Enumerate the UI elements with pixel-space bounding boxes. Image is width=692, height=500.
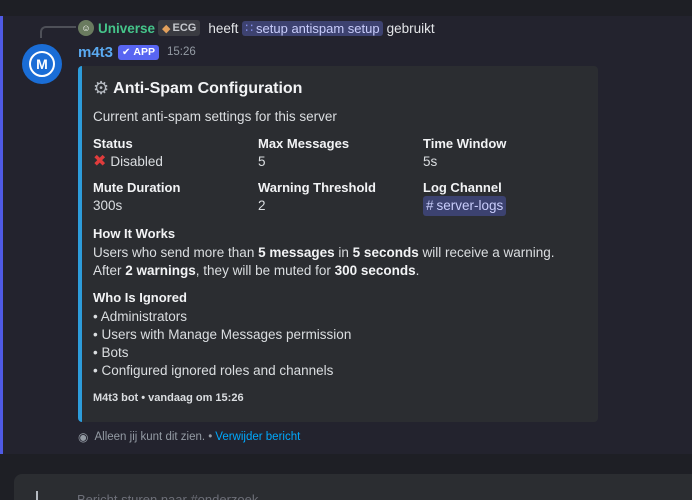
text-run: , they will be muted for bbox=[195, 263, 335, 278]
bold-run: 5 seconds bbox=[352, 245, 419, 260]
field-name: Warning Threshold bbox=[258, 180, 376, 195]
ignored-list: • Administrators • Users with Manage Mes… bbox=[93, 308, 584, 380]
check-icon: ✔ bbox=[122, 46, 131, 58]
reply-spine bbox=[40, 26, 76, 38]
gear-icon: ⚙ bbox=[93, 78, 110, 98]
channel-mention[interactable]: # server-logs bbox=[423, 196, 507, 216]
field-name: Mute Duration bbox=[93, 180, 181, 195]
ephemeral-text: Alleen jij kunt dit zien. • bbox=[94, 431, 213, 443]
field-value: 2 bbox=[258, 198, 266, 213]
status-value: Disabled bbox=[110, 154, 163, 169]
bold-run: 2 warnings bbox=[125, 263, 196, 278]
bold-run: 5 messages bbox=[258, 245, 335, 260]
embed-description: Current anti-spam settings for this serv… bbox=[93, 109, 337, 124]
text-run: . bbox=[415, 263, 420, 278]
cross-icon: ✖ bbox=[93, 153, 107, 170]
section-body: Users who send more than 5 messages in 5… bbox=[93, 244, 584, 280]
dismiss-message-link[interactable]: Verwijder bericht bbox=[215, 431, 300, 443]
role-icon: ◆ bbox=[162, 22, 171, 35]
role-label: ECG bbox=[172, 22, 197, 34]
bold-run: 300 seconds bbox=[334, 263, 416, 278]
field-name: Max Messages bbox=[258, 136, 350, 151]
field-mute-duration: Mute Duration 300s bbox=[93, 180, 258, 216]
field-name: Status bbox=[93, 136, 133, 151]
channel-name: server-logs bbox=[436, 198, 504, 213]
field-name: Time Window bbox=[423, 136, 507, 151]
app-badge-label: APP bbox=[133, 46, 156, 58]
bot-avatar[interactable]: M bbox=[22, 44, 62, 84]
reply-suffix: gebruikt bbox=[386, 20, 435, 36]
text-run: Users who send more than bbox=[93, 245, 259, 260]
field-time-window: Time Window 5s bbox=[423, 136, 583, 172]
embed-footer: M4t3 bot • vandaag om 15:26 bbox=[93, 392, 244, 404]
field-status: Status ✖ Disabled bbox=[93, 136, 258, 172]
command-label: setup antispam setup bbox=[256, 20, 380, 36]
bot-username[interactable]: m4t3 bbox=[78, 44, 113, 61]
list-item: • Configured ignored roles and channels bbox=[93, 363, 334, 378]
message-header: m4t3 ✔ APP 15:26 bbox=[78, 42, 196, 62]
hash-icon: # bbox=[426, 198, 434, 213]
field-log-channel: Log Channel # server-logs bbox=[423, 180, 583, 216]
avatar-letter: M bbox=[29, 51, 55, 77]
how-it-works-section: How It Works Users who send more than 5 … bbox=[93, 226, 584, 280]
role-tag: ◆ ECG bbox=[158, 20, 201, 36]
embed-title: ⚙ Anti-Spam Configuration bbox=[93, 78, 584, 99]
reply-verb: heeft bbox=[208, 20, 239, 36]
embed-title-text: Anti-Spam Configuration bbox=[113, 79, 303, 97]
list-item: • Administrators bbox=[93, 309, 188, 324]
field-value: 300s bbox=[93, 198, 123, 213]
app-badge: ✔ APP bbox=[118, 44, 160, 60]
reply-context[interactable]: ☺ Universe ◆ ECG heeft ∷ setup antispam se… bbox=[78, 19, 439, 37]
section-title: Who Is Ignored bbox=[93, 290, 187, 305]
list-item: • Users with Manage Messages permission bbox=[93, 327, 352, 342]
embed-fields: Status ✖ Disabled Max Messages 5 Time Win… bbox=[93, 136, 584, 216]
field-value: # server-logs bbox=[423, 196, 583, 216]
command-mention[interactable]: ∷ setup antispam setup bbox=[242, 20, 383, 36]
embed: ⚙ Anti-Spam Configuration Current anti-s… bbox=[78, 66, 598, 422]
field-max-messages: Max Messages 5 bbox=[258, 136, 423, 172]
field-name: Log Channel bbox=[423, 180, 502, 195]
command-icon: ∷ bbox=[245, 21, 254, 35]
message-timestamp[interactable]: 15:26 bbox=[167, 46, 196, 58]
ephemeral-notice: ◉ Alleen jij kunt dit zien. • Verwijder … bbox=[78, 430, 300, 444]
field-value: 5 bbox=[258, 154, 266, 169]
attach-plus-icon[interactable] bbox=[36, 491, 38, 500]
message-input-placeholder[interactable]: Bericht sturen naar #onderzoek bbox=[77, 492, 258, 500]
field-warning-threshold: Warning Threshold 2 bbox=[258, 180, 423, 216]
section-title: How It Works bbox=[93, 226, 176, 241]
reply-avatar[interactable]: ☺ bbox=[78, 20, 94, 36]
list-item: • Bots bbox=[93, 345, 129, 360]
ignored-section: Who Is Ignored • Administrators • Users … bbox=[93, 290, 584, 380]
eye-icon: ◉ bbox=[78, 430, 89, 444]
text-run: in bbox=[334, 245, 353, 260]
field-value: 5s bbox=[423, 154, 438, 169]
reply-username[interactable]: Universe bbox=[98, 21, 155, 36]
field-value: ✖ Disabled bbox=[93, 152, 258, 172]
